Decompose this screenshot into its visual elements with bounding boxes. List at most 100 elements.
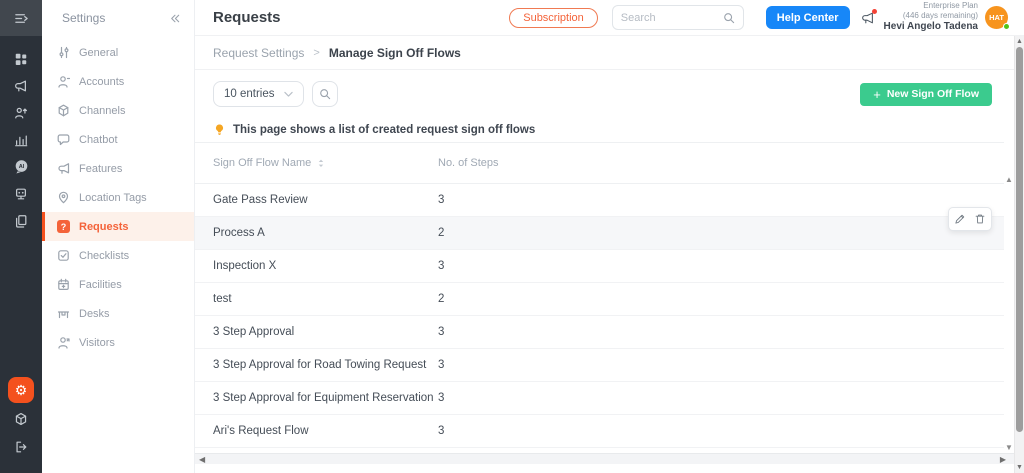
notification-dot (871, 8, 877, 14)
sidebar-item-requests[interactable]: ? Requests (42, 212, 194, 241)
sidebar-item-label: Location Tags (79, 191, 147, 204)
settings-button-active[interactable]: ⚙ (8, 377, 34, 403)
checklist-icon (58, 250, 69, 261)
cube-icon (15, 412, 27, 426)
table-row[interactable]: Process A 2 (195, 217, 1004, 250)
rail-item-integrations[interactable] (14, 412, 28, 431)
gear-icon: ⚙ (14, 381, 28, 398)
avatar-initials: HAT (989, 13, 1004, 22)
rail-item-analytics[interactable] (0, 126, 42, 153)
page-scroll-down-arrow-icon[interactable]: ▼ (1016, 464, 1023, 471)
search-icon (319, 89, 330, 100)
entries-per-page-select[interactable]: 10 entries (213, 81, 304, 107)
collapse-sidebar-icon[interactable] (168, 12, 181, 25)
table-scroll-up-arrow-icon[interactable]: ▲ (1005, 176, 1013, 184)
rail-item-announcements[interactable] (0, 72, 42, 99)
location-pin-icon (58, 191, 69, 204)
flow-name: Process A (213, 227, 265, 239)
table-row[interactable]: test 2 (195, 283, 1004, 316)
delete-icon[interactable] (974, 213, 986, 225)
table-search-button[interactable] (311, 81, 338, 107)
bar-chart-icon (15, 134, 28, 146)
sidebar-item-label: Visitors (79, 336, 115, 349)
scroll-left-arrow-icon[interactable]: ◀ (199, 455, 205, 464)
svg-text:AI: AI (18, 164, 24, 170)
scrollbar-thumb[interactable] (1016, 47, 1023, 432)
desk-icon (57, 311, 70, 319)
sidebar-item-desks[interactable]: Desks (42, 299, 194, 328)
page-scroll-up-arrow-icon[interactable]: ▲ (1016, 38, 1023, 45)
sidebar-item-label: Checklists (79, 249, 130, 262)
sidebar-item-visitors[interactable]: Visitors (42, 328, 194, 357)
sidebar-item-general[interactable]: General (42, 38, 194, 67)
sidebar-item-location-tags[interactable]: Location Tags (42, 183, 194, 212)
sidebar-title: Settings (62, 11, 106, 25)
table-row[interactable]: Inspection X 3 (195, 250, 1004, 283)
sidebar-toggle-button[interactable] (0, 0, 42, 36)
table-row[interactable]: Gate Pass Review 3 (195, 184, 1004, 217)
sort-icon[interactable] (317, 158, 325, 169)
breadcrumb-parent[interactable]: Request Settings (213, 46, 304, 60)
rail-item-ai-assistant[interactable]: AI (0, 153, 42, 180)
flow-steps: 2 (438, 293, 445, 305)
visitor-icon (58, 337, 70, 349)
info-note-text: This page shows a list of created reques… (233, 124, 536, 136)
rail-item-kiosk[interactable] (0, 180, 42, 207)
vertical-scrollbar[interactable]: ▲ ▼ (1014, 36, 1024, 473)
plan-days-remaining: (446 days remaining) (902, 11, 978, 21)
sign-off-flows-table: Sign Off Flow Name No. of Steps Gate Pas… (195, 142, 1004, 448)
sidebar-item-label: Chatbot (79, 133, 118, 146)
user-name: Hevi Angelo Tadena (883, 21, 978, 33)
rail-item-logout[interactable] (14, 440, 28, 459)
avatar[interactable]: HAT (985, 6, 1010, 30)
row-hover-actions (948, 207, 992, 231)
breadcrumb-current: Manage Sign Off Flows (328, 45, 461, 60)
flow-steps: 3 (438, 359, 445, 371)
scroll-right-arrow-icon[interactable]: ▶ (1000, 455, 1006, 464)
sidebar-item-accounts[interactable]: Accounts (42, 67, 194, 96)
column-header-name: Sign Off Flow Name (213, 157, 312, 169)
help-center-button[interactable]: Help Center (765, 6, 850, 29)
sidebar-item-chatbot[interactable]: Chatbot (42, 125, 194, 154)
flow-name: Ari's Request Flow (213, 425, 309, 437)
table-scroll-down-arrow-icon[interactable]: ▼ (1005, 444, 1013, 452)
new-sign-off-flow-button[interactable]: + New Sign Off Flow (860, 82, 992, 106)
table-row[interactable]: Ari's Request Flow 3 (195, 415, 1004, 448)
sidebar-item-checklists[interactable]: Checklists (42, 241, 194, 270)
new-flow-label: New Sign Off Flow (886, 88, 979, 100)
global-search (611, 5, 744, 30)
sidebar-item-features[interactable]: Features (42, 154, 194, 183)
rail-item-clipboard[interactable] (0, 207, 42, 234)
flow-name: Gate Pass Review (213, 194, 308, 206)
table-row[interactable]: 3 Step Approval for Equipment Reservatio… (195, 382, 1004, 415)
kiosk-icon (16, 188, 26, 199)
entries-label: 10 entries (224, 88, 275, 100)
bulb-icon (215, 124, 224, 135)
megaphone-icon (58, 163, 70, 174)
table-row[interactable]: 3 Step Approval 3 (195, 316, 1004, 349)
plan-info: Enterprise Plan (446 days remaining) Hev… (884, 1, 978, 34)
flow-steps: 3 (438, 392, 445, 404)
sidebar-item-facilities[interactable]: Facilities (42, 270, 194, 299)
flow-name: Inspection X (213, 260, 277, 272)
table-row[interactable]: 3 Step Approval for Road Towing Request … (195, 349, 1004, 382)
sidebar-item-label: Features (79, 162, 123, 175)
search-input[interactable] (620, 11, 717, 24)
sidebar-item-channels[interactable]: Channels (42, 96, 194, 125)
announcements-button[interactable] (861, 8, 877, 25)
sidebar-item-label: Channels (79, 104, 126, 117)
presence-dot (1003, 23, 1010, 30)
dashboard-icon (15, 53, 27, 65)
rail-item-dashboard[interactable] (0, 45, 42, 72)
ai-assistant-icon: AI (15, 160, 27, 174)
flow-name: 3 Step Approval (213, 326, 295, 338)
subscription-button[interactable]: Subscription (509, 7, 598, 28)
flow-name: 3 Step Approval for Road Towing Request (213, 359, 427, 371)
app-window: AI ⚙ Settings General Accounts Channels … (0, 0, 1024, 473)
horizontal-scrollbar[interactable]: ◀ ▶ (195, 453, 1014, 464)
sidebar-item-label: Desks (79, 307, 110, 320)
plus-icon: + (873, 86, 881, 102)
edit-icon[interactable] (954, 213, 966, 225)
rail-item-leaderboard[interactable] (0, 99, 42, 126)
requests-badge-icon: ? (57, 220, 70, 233)
